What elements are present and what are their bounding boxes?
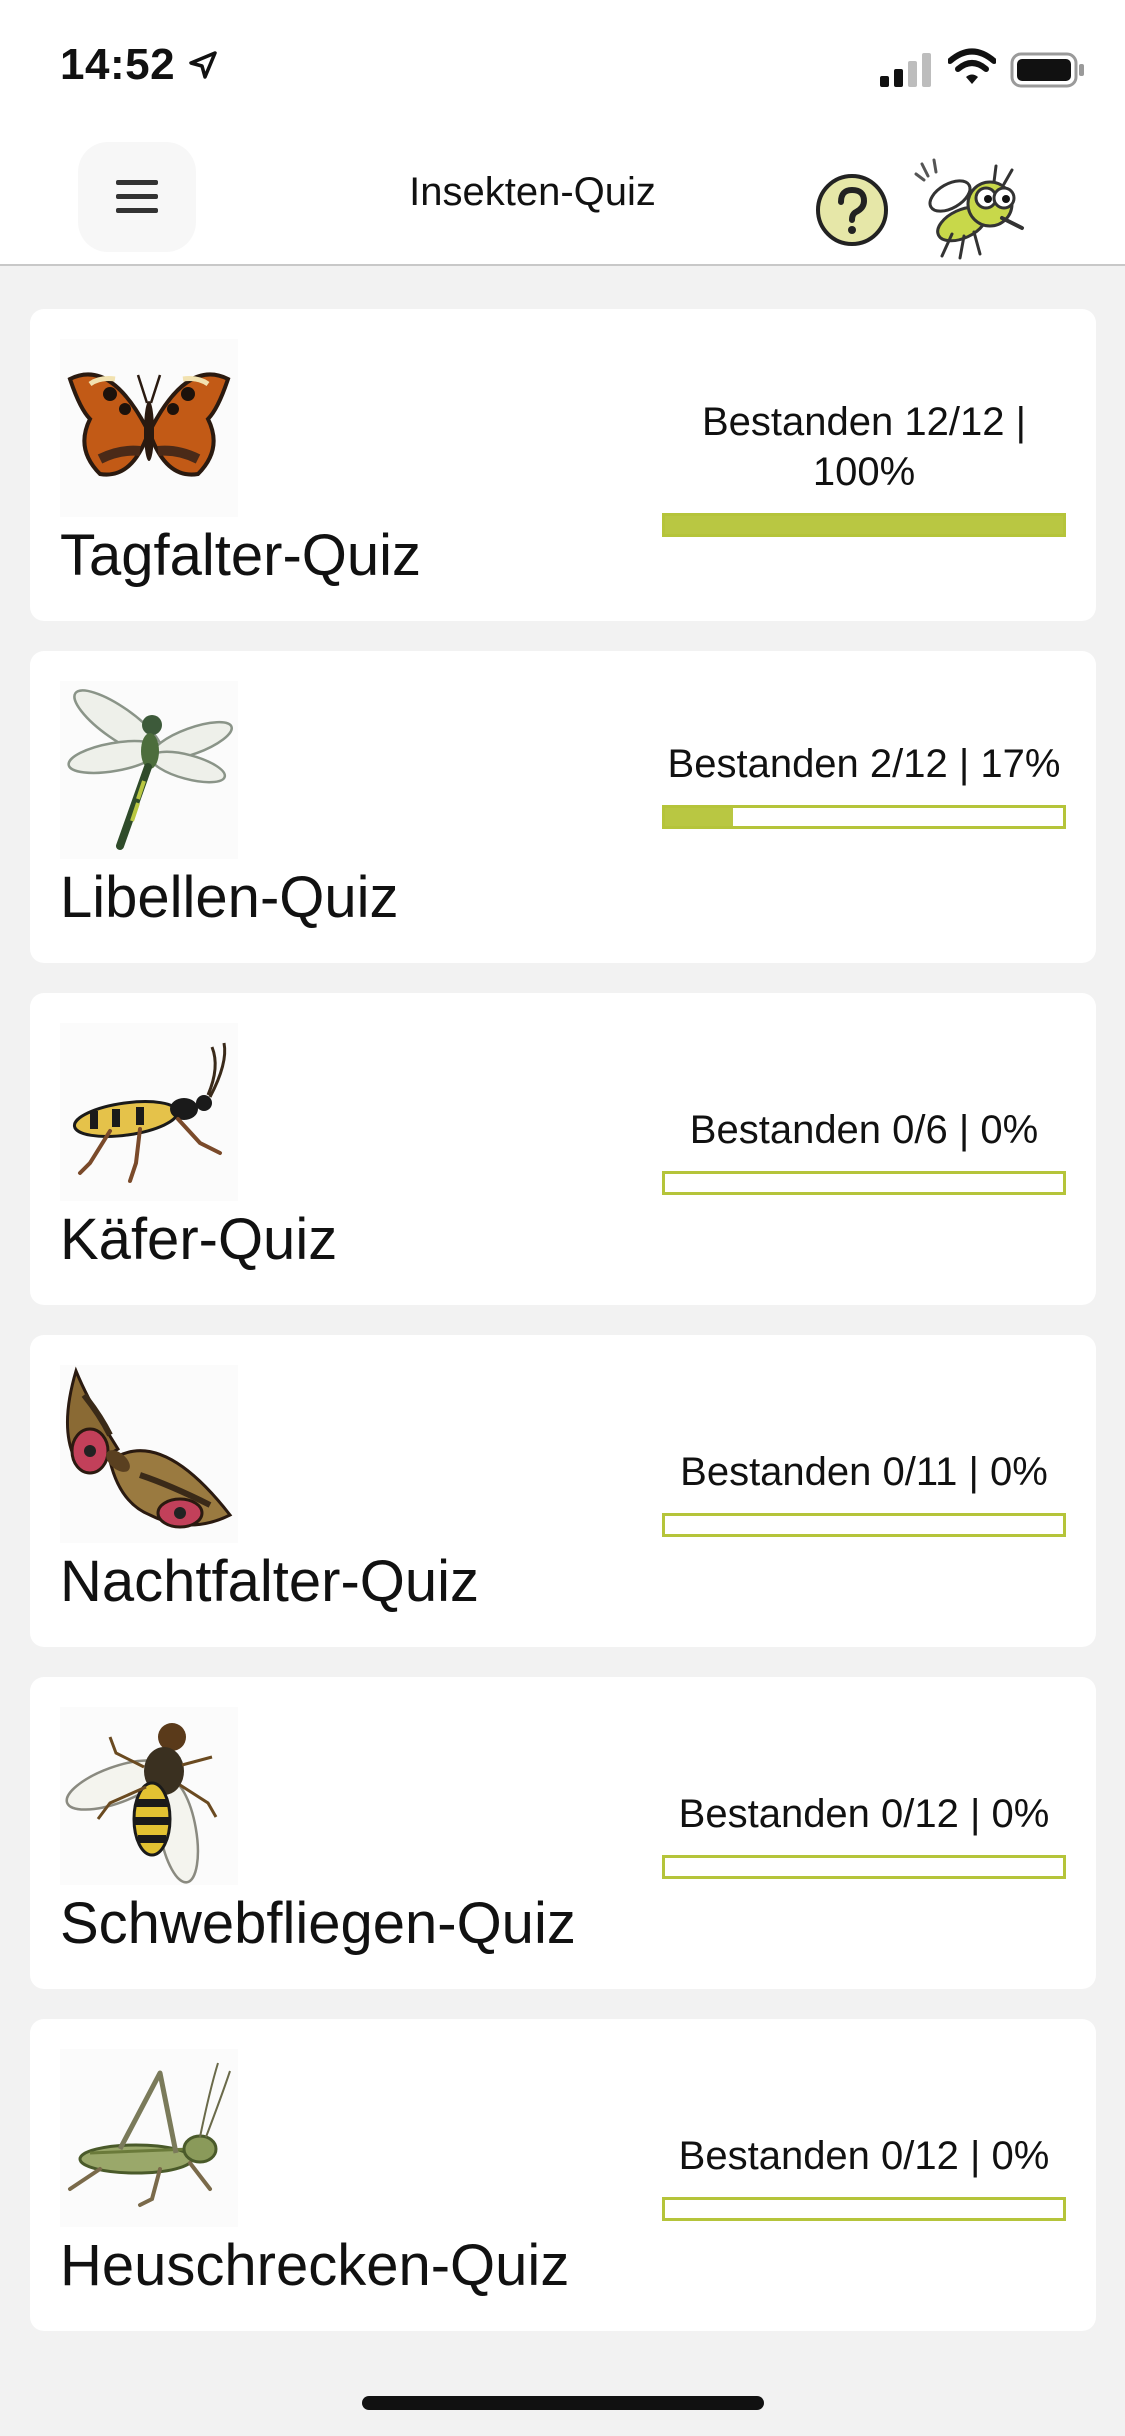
- quiz-title: Schwebfliegen-Quiz: [60, 1891, 576, 1956]
- butterfly-icon: [67, 372, 231, 477]
- location-arrow-icon: [189, 51, 217, 79]
- quiz-card-kaefer[interactable]: Käfer-Quiz Bestanden 0/6 | 0%: [30, 993, 1096, 1305]
- progress-bar: [662, 1171, 1066, 1195]
- progress-bar: [662, 1855, 1066, 1879]
- progress-bar: [662, 513, 1066, 537]
- quiz-card-libellen[interactable]: Libellen-Quiz Bestanden 2/12 | 17%: [30, 651, 1096, 963]
- thumbnail: [60, 1023, 238, 1201]
- quiz-card-heuschrecken[interactable]: Heuschrecken-Quiz Bestanden 0/12 | 0%: [30, 2019, 1096, 2331]
- thumbnail: [60, 1365, 238, 1543]
- progress-bar: [662, 2197, 1066, 2221]
- home-indicator[interactable]: [362, 2396, 764, 2410]
- page-title: Insekten-Quiz: [409, 170, 656, 214]
- status-bar: 14:52: [0, 0, 1125, 132]
- moth-icon: [66, 1366, 233, 1529]
- progress-label: Bestanden 0/12 | 0%: [678, 2134, 1050, 2178]
- progress: Bestanden 2/12 | 17%: [662, 739, 1066, 829]
- quiz-card-nachtfalter[interactable]: Nachtfalter-Quiz Bestanden 0/11 | 0%: [30, 1335, 1096, 1647]
- signal-icon: [880, 53, 931, 87]
- quiz-card-schwebfliegen[interactable]: Schwebfliegen-Quiz Bestanden 0/12 | 0%: [30, 1677, 1096, 1989]
- status-time: 14:52: [60, 40, 176, 89]
- progress: Bestanden 0/12 | 0%: [662, 1789, 1066, 1879]
- progress-bar: [662, 805, 1066, 829]
- quiz-title: Libellen-Quiz: [60, 865, 399, 930]
- progress-fill: [665, 516, 1063, 534]
- thumbnail: [60, 339, 238, 517]
- progress: Bestanden 0/12 | 0%: [662, 2131, 1066, 2221]
- thumbnail: [60, 681, 238, 859]
- quiz-title: Nachtfalter-Quiz: [60, 1549, 480, 1614]
- progress: Bestanden 0/6 | 0%: [662, 1105, 1066, 1195]
- progress-label: Bestanden 0/11 | 0%: [680, 1450, 1048, 1494]
- progress: Bestanden 0/11 | 0%: [662, 1447, 1066, 1537]
- progress-label: Bestanden 0/6 | 0%: [689, 1108, 1039, 1152]
- quiz-card-tagfalter[interactable]: Tagfalter-Quiz Bestanden 12/12 | 100%: [30, 309, 1096, 621]
- progress-fill: [665, 808, 733, 826]
- grasshopper-icon: [68, 2062, 231, 2207]
- progress-bar: [662, 1513, 1066, 1537]
- thumbnail: [60, 2049, 238, 2227]
- quiz-title: Käfer-Quiz: [60, 1207, 338, 1272]
- thumbnail: [60, 1707, 238, 1885]
- wifi-icon: [948, 48, 996, 84]
- beetle-icon: [72, 1042, 227, 1183]
- dragonfly-icon: [67, 689, 233, 850]
- progress-label: Bestanden 0/12 | 0%: [678, 1792, 1050, 1836]
- battery-icon: [1010, 52, 1084, 88]
- quiz-title: Heuschrecken-Quiz: [60, 2233, 570, 2298]
- progress: Bestanden 12/12 | 100%: [662, 397, 1066, 537]
- progress-label: Bestanden 12/12 | 100%: [702, 400, 1026, 494]
- quiz-list: Tagfalter-Quiz Bestanden 12/12 | 100% Li…: [30, 309, 1096, 2361]
- hoverfly-icon: [65, 1723, 218, 1884]
- nav-bar: Insekten-Quiz: [0, 132, 1125, 266]
- mascot-insect-icon[interactable]: [912, 152, 1030, 262]
- help-icon[interactable]: [814, 172, 890, 248]
- quiz-title: Tagfalter-Quiz: [60, 523, 422, 588]
- progress-label: Bestanden 2/12 | 17%: [667, 742, 1061, 786]
